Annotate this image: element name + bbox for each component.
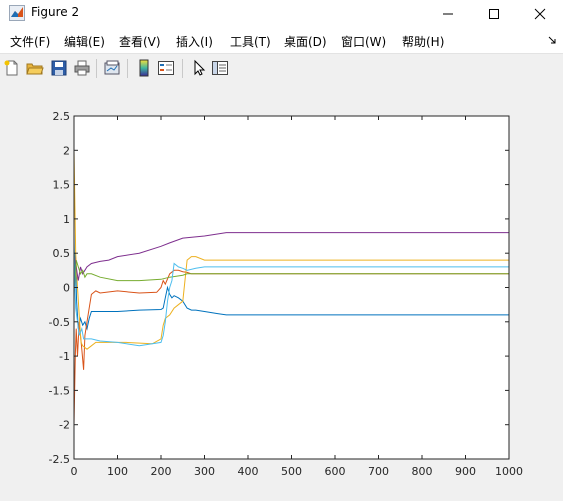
y-tick-label: 1: [63, 213, 70, 226]
x-tick-label: 0: [71, 465, 78, 478]
y-tick-label: 0: [63, 282, 70, 295]
menu-desktop[interactable]: 桌面(D): [284, 33, 327, 50]
minimize-icon: [443, 13, 453, 14]
plot-area: [74, 116, 509, 459]
insert-legend-icon[interactable]: [157, 59, 175, 77]
save-icon[interactable]: [50, 59, 68, 77]
menu-file[interactable]: 文件(F): [10, 33, 50, 50]
insert-colorbar-icon[interactable]: [135, 59, 153, 77]
y-tick-label: 0.5: [53, 247, 71, 260]
matlab-logo-icon: [9, 5, 25, 21]
toolbar-separator: [182, 59, 183, 78]
menu-edit[interactable]: 编辑(E): [64, 33, 105, 50]
toolbar-separator: [127, 59, 128, 78]
x-tick-label: 400: [238, 465, 259, 478]
y-tick-label: -0.5: [49, 316, 70, 329]
new-figure-icon[interactable]: [3, 59, 21, 77]
menu-view[interactable]: 查看(V): [119, 33, 161, 50]
x-tick-label: 500: [281, 465, 302, 478]
small-arrow-icon[interactable]: [548, 36, 557, 45]
y-tick-label: -1.5: [49, 384, 70, 397]
x-tick-label: 1000: [495, 465, 523, 478]
x-tick-label: 800: [412, 465, 433, 478]
y-tick-label: -1: [59, 350, 70, 363]
property-editor-icon[interactable]: [211, 59, 229, 77]
line-chart[interactable]: 0 100 200 300 400 500 600 700 800 900 1000 -2.5 -2 -1…: [0, 82, 563, 501]
figure-toolbar: [0, 53, 563, 83]
maximize-button[interactable]: [471, 0, 517, 27]
x-tick-label: 300: [194, 465, 215, 478]
menu-tools[interactable]: 工具(T): [230, 33, 271, 50]
x-tick-label: 200: [151, 465, 172, 478]
menu-help[interactable]: 帮助(H): [402, 33, 444, 50]
y-tick-label: -2.5: [49, 453, 70, 466]
x-tick-label: 900: [455, 465, 476, 478]
open-file-icon[interactable]: [26, 59, 44, 77]
link-plot-icon[interactable]: [103, 59, 121, 77]
close-button[interactable]: [517, 0, 563, 27]
x-tick-label: 100: [107, 465, 128, 478]
print-icon[interactable]: [73, 59, 91, 77]
title-bar: Figure 2: [0, 0, 563, 27]
x-tick-label: 600: [325, 465, 346, 478]
x-tick-label: 700: [368, 465, 389, 478]
menu-insert[interactable]: 插入(I): [176, 33, 213, 50]
y-tick-label: 1.5: [53, 179, 71, 192]
toolbar-separator: [96, 59, 97, 78]
minimize-button[interactable]: [425, 0, 471, 27]
menu-window[interactable]: 窗口(W): [341, 33, 386, 50]
y-tick-label: 2: [63, 144, 70, 157]
figure-canvas: 0 100 200 300 400 500 600 700 800 900 1000 -2.5 -2 -1…: [0, 82, 563, 501]
window-title: Figure 2: [31, 5, 80, 19]
y-tick-label: 2.5: [53, 110, 71, 123]
close-icon: [534, 8, 546, 19]
y-tick-label: -2: [59, 419, 70, 432]
menu-bar: 文件(F) 编辑(E) 查看(V) 插入(I) 工具(T) 桌面(D) 窗口(W…: [0, 27, 563, 53]
maximize-icon: [489, 8, 499, 19]
pointer-icon[interactable]: [190, 59, 208, 77]
